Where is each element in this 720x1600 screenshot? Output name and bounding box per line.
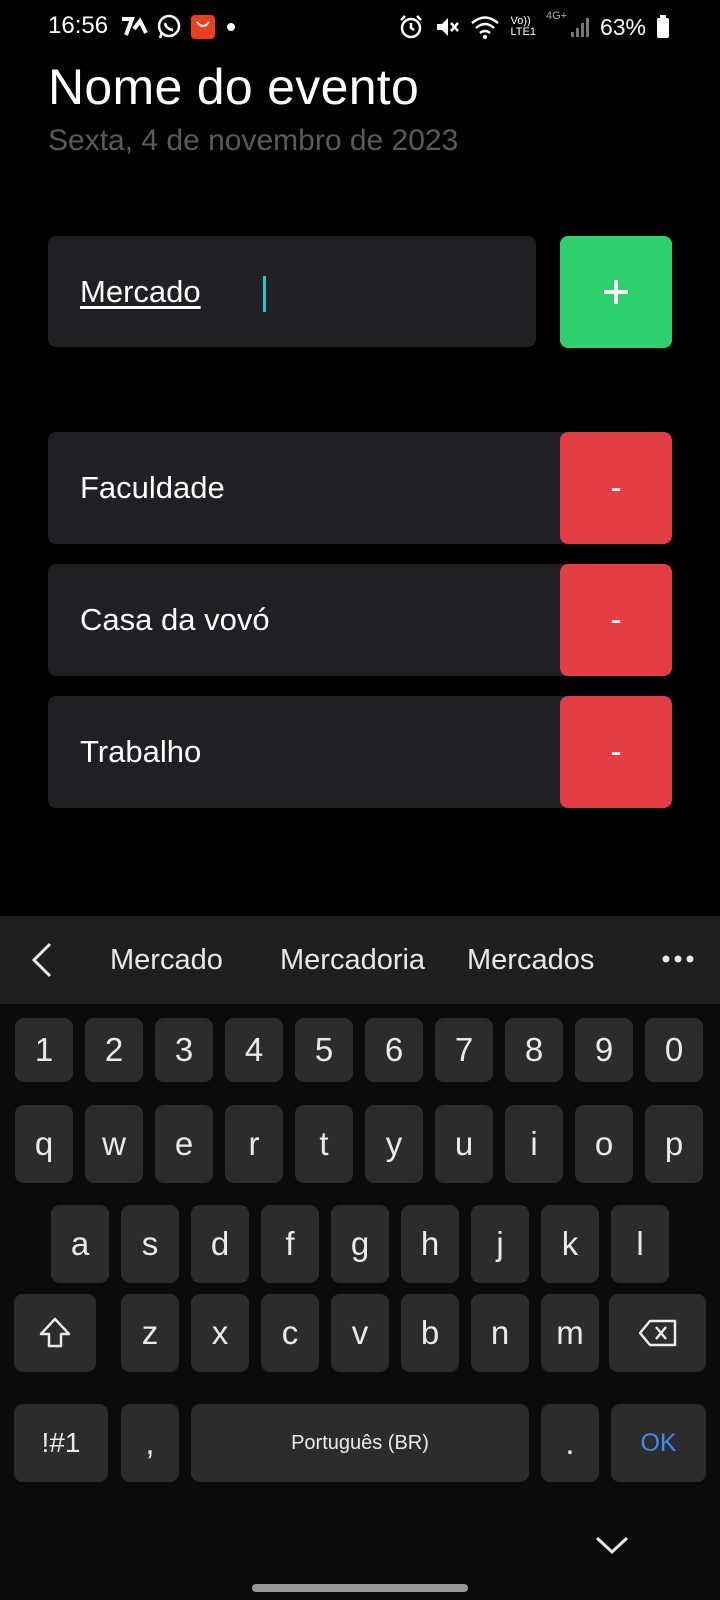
key-m[interactable]: m xyxy=(541,1294,599,1372)
wifi-icon xyxy=(471,16,500,39)
remove-button[interactable]: - xyxy=(560,696,672,808)
key-b[interactable]: b xyxy=(401,1294,459,1372)
key-8[interactable]: 8 xyxy=(505,1018,563,1082)
comma-key[interactable]: , xyxy=(121,1404,179,1482)
key-l[interactable]: l xyxy=(611,1205,669,1283)
plus-icon xyxy=(604,280,628,304)
key-k[interactable]: k xyxy=(541,1205,599,1283)
suggestion-item[interactable]: Mercado xyxy=(110,944,223,977)
suggestion-item[interactable]: Mercados xyxy=(467,944,594,977)
item-input-value: Mercado xyxy=(80,274,201,309)
item-label: Casa da vovó xyxy=(80,602,270,637)
key-c[interactable]: c xyxy=(261,1294,319,1372)
symbols-key[interactable]: !#1 xyxy=(14,1404,108,1482)
status-time: 16:56 xyxy=(48,12,109,39)
alarm-icon xyxy=(400,15,423,39)
key-1[interactable]: 1 xyxy=(15,1018,73,1082)
key-9[interactable]: 9 xyxy=(575,1018,633,1082)
key-x[interactable]: x xyxy=(191,1294,249,1372)
chevron-left-icon[interactable] xyxy=(28,940,56,980)
key-4[interactable]: 4 xyxy=(225,1018,283,1082)
key-7[interactable]: 7 xyxy=(435,1018,493,1082)
mute-icon xyxy=(437,18,460,36)
dot-icon xyxy=(227,23,235,31)
key-5[interactable]: 5 xyxy=(295,1018,353,1082)
backspace-icon xyxy=(638,1319,676,1347)
shift-key[interactable] xyxy=(14,1294,96,1372)
key-q[interactable]: q xyxy=(15,1105,73,1183)
space-key[interactable]: Português (BR) xyxy=(191,1404,529,1482)
key-y[interactable]: y xyxy=(365,1105,423,1183)
key-6[interactable]: 6 xyxy=(365,1018,423,1082)
add-button[interactable] xyxy=(560,236,672,348)
list-item: Casa da vovó - xyxy=(48,564,672,676)
key-z[interactable]: z xyxy=(121,1294,179,1372)
aliexpress-icon xyxy=(191,15,215,39)
notification-icons xyxy=(120,12,238,42)
key-s[interactable]: s xyxy=(121,1205,179,1283)
key-p[interactable]: p xyxy=(645,1105,703,1183)
key-o[interactable]: o xyxy=(575,1105,633,1183)
page-title: Nome do evento xyxy=(48,59,420,115)
system-icons: Vo)) LTE1 4G+ 63% xyxy=(398,10,670,42)
key-w[interactable]: w xyxy=(85,1105,143,1183)
chevron-down-icon[interactable] xyxy=(594,1534,630,1556)
home-indicator[interactable] xyxy=(252,1584,468,1592)
ok-key[interactable]: OK xyxy=(611,1404,706,1482)
item-label: Trabalho xyxy=(80,734,202,769)
activity-app-icon xyxy=(122,17,148,36)
volte-line2: LTE1 xyxy=(510,26,536,38)
key-r[interactable]: r xyxy=(225,1105,283,1183)
key-3[interactable]: 3 xyxy=(155,1018,213,1082)
network-type: 4G+ xyxy=(545,10,568,22)
battery-percentage: 63% xyxy=(599,13,646,40)
list-item: Trabalho - xyxy=(48,696,672,808)
key-u[interactable]: u xyxy=(435,1105,493,1183)
key-t[interactable]: t xyxy=(295,1105,353,1183)
event-date: Sexta, 4 de novembro de 2023 xyxy=(48,124,459,157)
list-item: Faculdade - xyxy=(48,432,672,544)
period-key[interactable]: . xyxy=(541,1404,599,1482)
suggestion-item[interactable]: Mercadoria xyxy=(280,944,425,977)
key-d[interactable]: d xyxy=(191,1205,249,1283)
remove-button[interactable]: - xyxy=(560,432,672,544)
battery-icon xyxy=(657,15,669,38)
key-g[interactable]: g xyxy=(331,1205,389,1283)
status-bar: 16:56 Vo)) LTE1 4G+ 63% xyxy=(0,0,720,56)
item-label: Faculdade xyxy=(80,470,225,505)
whatsapp-icon xyxy=(157,14,181,39)
key-h[interactable]: h xyxy=(401,1205,459,1283)
key-0[interactable]: 0 xyxy=(645,1018,703,1082)
key-a[interactable]: a xyxy=(51,1205,109,1283)
text-caret xyxy=(263,276,266,312)
item-input-field[interactable]: Mercado xyxy=(48,236,536,347)
key-j[interactable]: j xyxy=(471,1205,529,1283)
remove-button[interactable]: - xyxy=(560,564,672,676)
event-list: Faculdade - Casa da vovó - Trabalho - xyxy=(48,432,672,828)
volte-icon: Vo)) LTE1 xyxy=(510,16,535,38)
key-f[interactable]: f xyxy=(261,1205,319,1283)
key-2[interactable]: 2 xyxy=(85,1018,143,1082)
suggestion-bar: Mercado Mercadoria Mercados xyxy=(0,916,720,1004)
key-i[interactable]: i xyxy=(505,1105,563,1183)
key-n[interactable]: n xyxy=(471,1294,529,1372)
backspace-key[interactable] xyxy=(609,1294,706,1372)
key-v[interactable]: v xyxy=(331,1294,389,1372)
key-e[interactable]: e xyxy=(155,1105,213,1183)
signal-icon: 4G+ xyxy=(546,10,590,40)
shift-icon xyxy=(39,1317,71,1348)
more-icon[interactable] xyxy=(662,954,694,964)
